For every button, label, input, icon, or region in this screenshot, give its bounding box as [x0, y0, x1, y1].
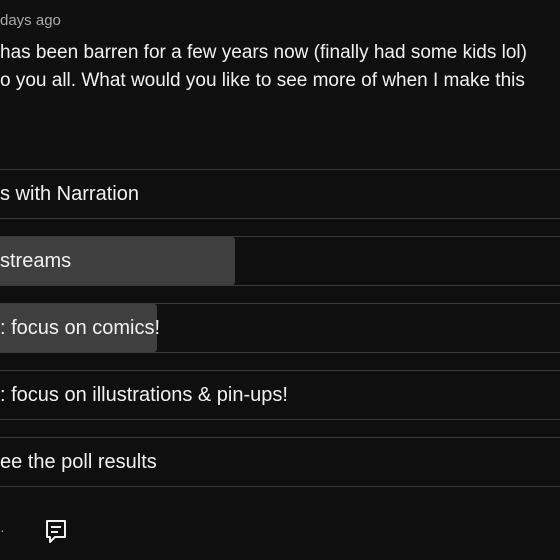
poll-option-label: : focus on comics!	[0, 317, 161, 339]
poll-option[interactable]: : focus on comics!	[0, 303, 560, 353]
poll-option-label: : focus on illustrations & pin-ups!	[0, 384, 288, 406]
poll-option-label: s with Narration	[0, 183, 139, 205]
poll-option[interactable]: streams	[0, 236, 560, 286]
poll-option-label: ee the poll results	[0, 451, 157, 473]
post-body-line: o you all. What would you like to see mo…	[0, 70, 525, 91]
post-timestamp: days ago	[0, 12, 61, 29]
poll-option[interactable]: : focus on illustrations & pin-ups!	[0, 370, 560, 420]
poll-option-label: streams	[0, 250, 72, 272]
post-actions: ·	[0, 516, 560, 556]
poll-option[interactable]: s with Narration	[0, 169, 560, 219]
comment-icon[interactable]	[44, 518, 72, 548]
community-post: days ago has been barren for a few years…	[0, 0, 560, 560]
thumb-icon[interactable]: ·	[0, 522, 6, 538]
poll-option[interactable]: ee the poll results	[0, 437, 560, 487]
poll: s with Narration streams : focus on comi…	[0, 169, 560, 504]
post-body-line: has been barren for a few years now (fin…	[0, 42, 527, 63]
